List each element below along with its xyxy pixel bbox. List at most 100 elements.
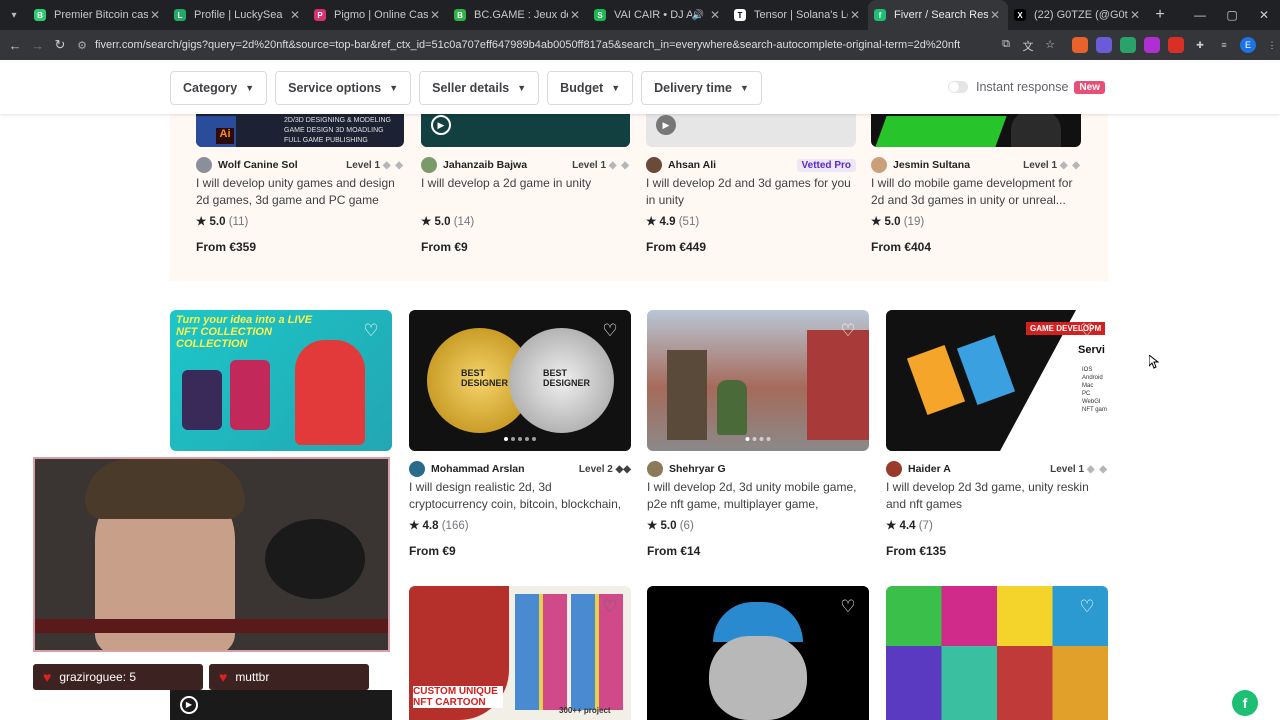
gig-card[interactable]: GAME DEVELOPM Servi IOS Android Mac PC W… [886, 310, 1108, 558]
rating-count: (11) [228, 216, 249, 228]
site-info-icon[interactable]: ⚙ [77, 39, 87, 52]
instant-response-toggle[interactable] [948, 81, 968, 93]
gig-title[interactable]: I will develop 2d 3d game, unity reskin … [886, 479, 1108, 513]
seller-name[interactable]: Mohammad Arslan [431, 463, 579, 475]
seller-name[interactable]: Ahsan Ali [668, 159, 797, 171]
tab-close-icon[interactable]: ✕ [708, 8, 722, 22]
back-icon[interactable]: ← [4, 38, 26, 53]
gig-title[interactable]: I will develop a 2d game in unity [421, 175, 630, 209]
gig-thumbnail[interactable]: GAME DEVELOPM Servi IOS Android Mac PC W… [886, 310, 1108, 451]
tab-close-icon[interactable]: ✕ [428, 8, 442, 22]
maximize-icon[interactable]: ▢ [1216, 8, 1248, 22]
play-icon[interactable]: ▶ [431, 115, 451, 135]
seller-name[interactable]: Jahanzaib Bajwa [443, 159, 572, 171]
browser-tab[interactable]: T Tensor | Solana's Leading✕ [728, 0, 868, 30]
browser-tab[interactable]: B BC.GAME : Jeux de casino✕ [448, 0, 588, 30]
browser-tab[interactable]: L Profile | LuckySea ✕ [168, 0, 308, 30]
gig-price: From €14 [647, 544, 701, 558]
translate-icon[interactable]: 文 [1020, 38, 1036, 53]
filter-delivery-time[interactable]: Delivery time ▼ [641, 71, 762, 105]
gig-thumbnail[interactable]: ♡ [886, 586, 1108, 720]
chrome-menu-icon[interactable]: ⋮ [1264, 37, 1280, 53]
extension-wallet-icon[interactable] [1096, 37, 1112, 53]
platform-item: NFT gam [1082, 407, 1107, 413]
filter-service-options[interactable]: Service options ▼ [275, 71, 412, 105]
gig-card[interactable]: BEST DESIGNER BEST DESIGNER ♡ Mohammad A… [409, 310, 631, 558]
extension-green-icon[interactable] [1120, 37, 1136, 53]
filter-seller-details[interactable]: Seller details ▼ [419, 71, 540, 105]
gig-title[interactable]: I will develop 2d and 3d games for you i… [646, 175, 856, 209]
favorite-heart-icon[interactable]: ♡ [1078, 598, 1096, 616]
filter-category[interactable]: Category ▼ [170, 71, 268, 105]
browser-tab[interactable]: B Premier Bitcoin casino, Et✕ [28, 0, 168, 30]
address-bar[interactable]: ⚙ fiverr.com/search/gigs?query=2d%20nft&… [77, 33, 990, 57]
gig-thumbnail[interactable]: ♡ [647, 310, 869, 451]
install-icon[interactable]: ⧉ [998, 38, 1014, 52]
gig-thumbnail[interactable]: ♡ [647, 586, 869, 720]
extension-purple-icon[interactable] [1144, 37, 1160, 53]
favorite-heart-icon[interactable]: ♡ [1078, 322, 1096, 340]
gig-thumbnail[interactable]: CUSTOM UNIQUE NFT CARTOON 300++ project … [409, 586, 631, 720]
play-icon[interactable]: ▶ [180, 696, 198, 714]
carousel-dots[interactable] [745, 437, 771, 441]
gig-card[interactable]: CUSTOM UNIQUE NFT CARTOON 300++ project … [409, 586, 631, 720]
extension-fox-icon[interactable] [1072, 37, 1088, 53]
favorite-heart-icon[interactable]: ♡ [601, 322, 619, 340]
tab-close-icon[interactable]: ✕ [148, 8, 162, 22]
gig-card[interactable]: ♡ [647, 586, 869, 720]
extension-red-icon[interactable] [1168, 37, 1184, 53]
profile-avatar-icon[interactable]: E [1240, 37, 1256, 53]
tab-close-icon[interactable]: ✕ [848, 8, 862, 22]
gig-thumbnail[interactable]: Turn your idea into a LIVE NFT COLLECTIO… [170, 310, 392, 451]
tab-search-icon[interactable]: ▾ [0, 0, 28, 30]
carousel-dots[interactable] [504, 437, 536, 441]
minimize-icon[interactable]: — [1184, 8, 1216, 22]
browser-tab[interactable]: P Pigmo | Online Casino | P✕ [308, 0, 448, 30]
tab-close-icon[interactable]: ✕ [568, 8, 582, 22]
gig-thumbnail-partial[interactable]: ▶ [170, 690, 392, 720]
tab-close-icon[interactable]: ✕ [288, 8, 302, 22]
avatar[interactable] [647, 461, 663, 477]
seller-name[interactable]: Jesmin Sultana [893, 159, 1023, 171]
avatar[interactable] [409, 461, 425, 477]
gig-title[interactable]: I will develop 2d, 3d unity mobile game,… [647, 479, 869, 513]
favorite-heart-icon[interactable]: ♡ [839, 322, 857, 340]
gig-card[interactable]: ♡ [886, 586, 1108, 720]
browser-tab[interactable]: S VAI CAIR • DJ Asul🔊 ✕ [588, 0, 728, 30]
close-window-icon[interactable]: ✕ [1248, 8, 1280, 22]
avatar[interactable] [196, 157, 212, 173]
reload-icon[interactable]: ↻ [49, 37, 71, 53]
favorite-heart-icon[interactable]: ♡ [362, 322, 380, 340]
favorite-heart-icon[interactable]: ♡ [601, 598, 619, 616]
seller-name[interactable]: Shehryar G [669, 463, 869, 475]
browser-tab[interactable]: f Fiverr / Search Results for✕ [868, 0, 1008, 30]
avatar[interactable] [421, 157, 437, 173]
fiverr-help-button[interactable]: f [1232, 690, 1258, 716]
forward-icon[interactable]: → [26, 38, 48, 53]
gig-card[interactable]: ♡ Shehryar G I will develop 2d, 3d unity… [647, 310, 869, 558]
tab-audio-icon[interactable]: 🔊 [692, 10, 704, 21]
browser-tab[interactable]: X (22) G0TZE (@G0tzeWeb✕ [1008, 0, 1148, 30]
gig-title[interactable]: I will design realistic 2d, 3d cryptocur… [409, 479, 631, 513]
stream-chat-overlay: ♥ graziroguee: 5 ♥ muttbr [33, 664, 390, 692]
extensions-puzzle-icon[interactable]: ✚ [1192, 37, 1208, 53]
bookmark-star-icon[interactable]: ☆ [1042, 38, 1058, 52]
avatar[interactable] [646, 157, 662, 173]
tab-close-icon[interactable]: ✕ [1128, 8, 1142, 22]
avatar[interactable] [871, 157, 887, 173]
play-icon[interactable]: ▶ [656, 115, 676, 135]
seller-level: Level 2 ◆◆ [579, 464, 631, 475]
seller-name[interactable]: Wolf Canine Sol [218, 159, 346, 171]
reading-list-icon[interactable]: ≡ [1216, 37, 1232, 53]
seller-name[interactable]: Haider A [908, 463, 1050, 475]
avatar[interactable] [886, 461, 902, 477]
favorite-heart-icon[interactable]: ♡ [839, 598, 857, 616]
gig-title[interactable]: I will do mobile game development for 2d… [871, 175, 1081, 209]
filter-budget[interactable]: Budget ▼ [547, 71, 634, 105]
gig-thumbnail[interactable]: BEST DESIGNER BEST DESIGNER ♡ [409, 310, 631, 451]
chat-message: ♥ graziroguee: 5 [33, 664, 203, 690]
tab-close-icon[interactable]: ✕ [988, 8, 1002, 22]
gig-title[interactable]: I will develop unity games and design 2d… [196, 175, 404, 209]
gig-card[interactable]: Turn your idea into a LIVE NFT COLLECTIO… [170, 310, 392, 451]
new-tab-button[interactable]: + [1148, 6, 1172, 24]
